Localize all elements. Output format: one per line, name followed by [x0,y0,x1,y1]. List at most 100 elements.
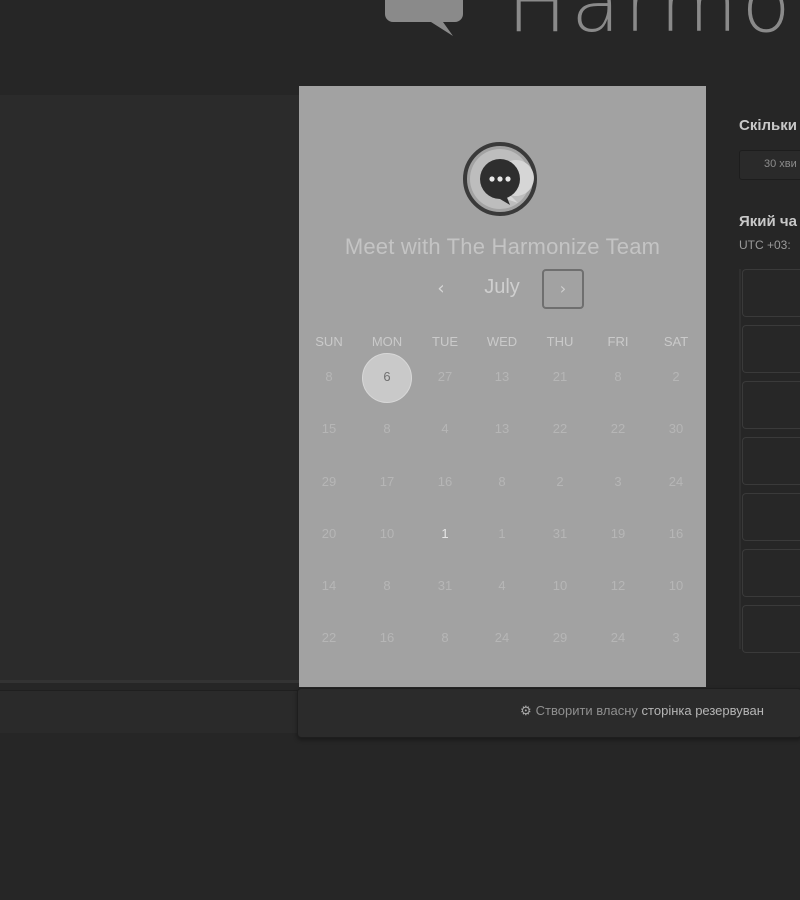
time-slot[interactable] [742,549,800,597]
left-divider [0,680,299,683]
calendar-day[interactable]: 13 [476,357,528,405]
calendar-day[interactable]: 2 [650,357,702,405]
day-number: 21 [552,369,568,384]
day-number: 8 [383,421,391,436]
day-number: 31 [437,578,453,593]
time-slot[interactable] [742,493,800,541]
calendar-day[interactable]: 8 [476,462,528,510]
weekday-label: SUN [315,334,343,349]
calendar-day[interactable]: 4 [476,566,528,614]
day-number: 8 [614,369,622,384]
calendar-day[interactable]: 20 [303,514,355,562]
calendar-day[interactable]: 8 [419,618,471,666]
right-panel: Скільки 30 хви Який ча UTC +03: [706,86,800,656]
month-label: July [484,276,520,298]
day-number: 29 [321,474,337,489]
weekday-header: SUN MON TUE WED THU FRI SAT [299,334,706,354]
time-slot[interactable] [742,269,800,317]
calendar-day[interactable]: 3 [592,462,644,510]
day-number: 4 [498,578,506,593]
day-number: 10 [668,578,684,593]
weekday-label: THU [546,334,574,349]
chat-dots-icon [463,142,537,216]
calendar-day[interactable]: 14 [303,566,355,614]
day-number: 8 [498,474,506,489]
calendar-day[interactable]: 8 [303,357,355,405]
chat-bubble-logo-icon [385,0,463,36]
calendar-day[interactable]: 22 [592,409,644,457]
footer-bold: сторінка резервуван [641,703,764,718]
time-slot[interactable] [742,381,800,429]
left-panel [0,95,299,680]
day-number: 1 [498,526,506,541]
calendar-day[interactable]: 1 [476,514,528,562]
calendar-day[interactable]: 15 [303,409,355,457]
calendar-day[interactable]: 2 [534,462,586,510]
calendar-day[interactable]: 24 [650,462,702,510]
calendar-day[interactable]: 16 [419,462,471,510]
day-number: 22 [552,421,568,436]
day-number: 13 [494,421,510,436]
next-month-button[interactable]: › [542,269,584,309]
footer-prefix: Створити власну [535,703,638,718]
day-number: 2 [672,369,680,384]
calendar-day[interactable]: 24 [592,618,644,666]
calendar-day[interactable]: 19 [592,514,644,562]
calendar-day[interactable]: 16 [361,618,413,666]
calendar-day[interactable]: 10 [361,514,413,562]
calendar-day[interactable]: 8 [592,357,644,405]
day-number: 27 [437,369,453,384]
calendar-day[interactable]: 16 [650,514,702,562]
day-number: 10 [379,526,395,541]
meeting-title: Meet with The Harmonize Team [344,234,661,259]
calendar-day[interactable]: 17 [361,462,413,510]
month-navigation: ‹ July › [299,268,706,310]
weekday-label: MON [371,334,403,349]
weekday-label: FRI [607,334,629,349]
timezone-label[interactable]: UTC +03: [739,238,791,252]
calendar-day[interactable]: 1 [419,514,471,562]
day-number: 17 [379,474,395,489]
day-number: 22 [321,630,337,645]
day-number: 24 [668,474,684,489]
day-number: 6 [383,369,391,384]
day-number: 8 [325,369,333,384]
day-number: 12 [610,578,626,593]
footer-bar: ⚙ Створити власну сторінка резервуван [297,688,800,738]
calendar-day[interactable]: 27 [419,357,471,405]
day-number: 24 [494,630,510,645]
time-slot[interactable] [742,605,800,653]
calendar-day[interactable]: 22 [303,618,355,666]
calendar-day[interactable]: 29 [534,618,586,666]
calendar-day[interactable]: 31 [534,514,586,562]
calendar-day-selected[interactable]: 6 [361,353,413,405]
day-number: 24 [610,630,626,645]
day-number: 31 [552,526,568,541]
duration-select[interactable]: 30 хви [739,150,800,180]
calendar-day[interactable]: 21 [534,357,586,405]
calendar-day[interactable]: 4 [419,409,471,457]
previous-month-button[interactable]: ‹ [427,276,455,302]
create-booking-page-link[interactable]: ⚙ Створити власну сторінка резервуван [520,703,764,719]
calendar-day[interactable]: 24 [476,618,528,666]
calendar-day[interactable]: 12 [592,566,644,614]
time-slot[interactable] [742,325,800,373]
calendar-day[interactable]: 29 [303,462,355,510]
slot-scroll-track [739,269,741,649]
calendar-day[interactable]: 31 [419,566,471,614]
calendar-day[interactable]: 22 [534,409,586,457]
day-number: 3 [614,474,622,489]
time-slot[interactable] [742,437,800,485]
day-number: 16 [668,526,684,541]
calendar-day[interactable]: 10 [650,566,702,614]
calendar-day[interactable]: 8 [361,409,413,457]
calendar-day[interactable]: 30 [650,409,702,457]
calendar-day[interactable]: 3 [650,618,702,666]
calendar-day[interactable]: 10 [534,566,586,614]
brand-header: Harmonize [385,0,800,45]
time-question: Який ча [739,213,797,230]
calendar-day[interactable]: 13 [476,409,528,457]
day-number: 15 [321,421,337,436]
day-number: 16 [379,630,395,645]
calendar-day[interactable]: 8 [361,566,413,614]
